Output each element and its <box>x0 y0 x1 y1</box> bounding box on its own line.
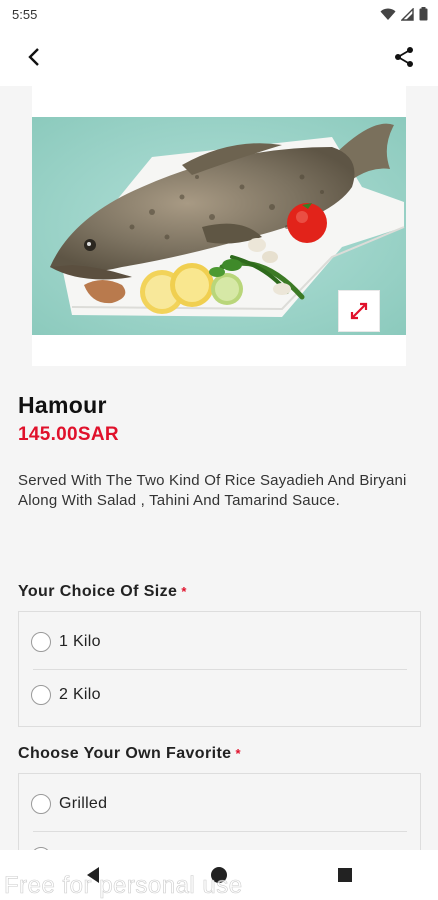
section-title-size: Your Choice Of Size * <box>18 583 187 601</box>
option-2-kilo[interactable]: 2 Kilo <box>19 669 420 721</box>
option-second-favorite[interactable] <box>19 831 420 850</box>
section-title-label: Your Choice Of Size <box>18 583 178 600</box>
back-arrow-icon <box>28 48 39 66</box>
status-bar: 5:55 <box>0 0 438 28</box>
back-triangle-icon <box>87 867 99 883</box>
product-description: Served With The Two Kind Of Rice Sayadie… <box>18 472 407 509</box>
option-1-kilo[interactable]: 1 Kilo <box>19 616 420 668</box>
back-button[interactable] <box>14 37 54 77</box>
product-title: Hamour <box>18 392 107 418</box>
radio-button[interactable] <box>31 685 51 705</box>
option-grilled[interactable]: Grilled <box>19 778 420 830</box>
signal-icon <box>401 7 414 21</box>
radio-button[interactable] <box>31 794 51 814</box>
radio-button[interactable] <box>31 632 51 652</box>
section-title-label: Choose Your Own Favorite <box>18 745 232 762</box>
status-time: 5:55 <box>12 6 38 22</box>
nav-home-button[interactable] <box>206 862 232 888</box>
expand-image-button[interactable] <box>338 290 380 332</box>
nav-recents-button[interactable] <box>332 862 358 888</box>
battery-icon <box>419 7 428 21</box>
system-nav-bar <box>0 850 438 900</box>
required-mark: * <box>181 584 187 599</box>
option-label: 1 Kilo <box>59 633 101 650</box>
nav-back-button[interactable] <box>80 862 106 888</box>
recents-square-icon <box>338 868 352 882</box>
section-title-favorite: Choose Your Own Favorite * <box>18 745 241 763</box>
expand-icon <box>350 302 368 320</box>
product-price: 145.00SAR <box>18 424 119 445</box>
app-bar <box>0 28 438 86</box>
status-icons <box>380 7 428 21</box>
product-details[interactable]: Hamour 145.00SAR Served With The Two Kin… <box>0 86 438 850</box>
option-label: Grilled <box>59 795 108 812</box>
favorite-options: Grilled <box>18 773 421 850</box>
share-icon <box>395 47 413 67</box>
home-circle-icon <box>211 867 227 883</box>
required-mark: * <box>235 746 241 761</box>
size-options: 1 Kilo 2 Kilo <box>18 611 421 727</box>
share-button[interactable] <box>384 37 424 77</box>
option-label: 2 Kilo <box>59 686 101 703</box>
wifi-icon <box>380 8 396 20</box>
